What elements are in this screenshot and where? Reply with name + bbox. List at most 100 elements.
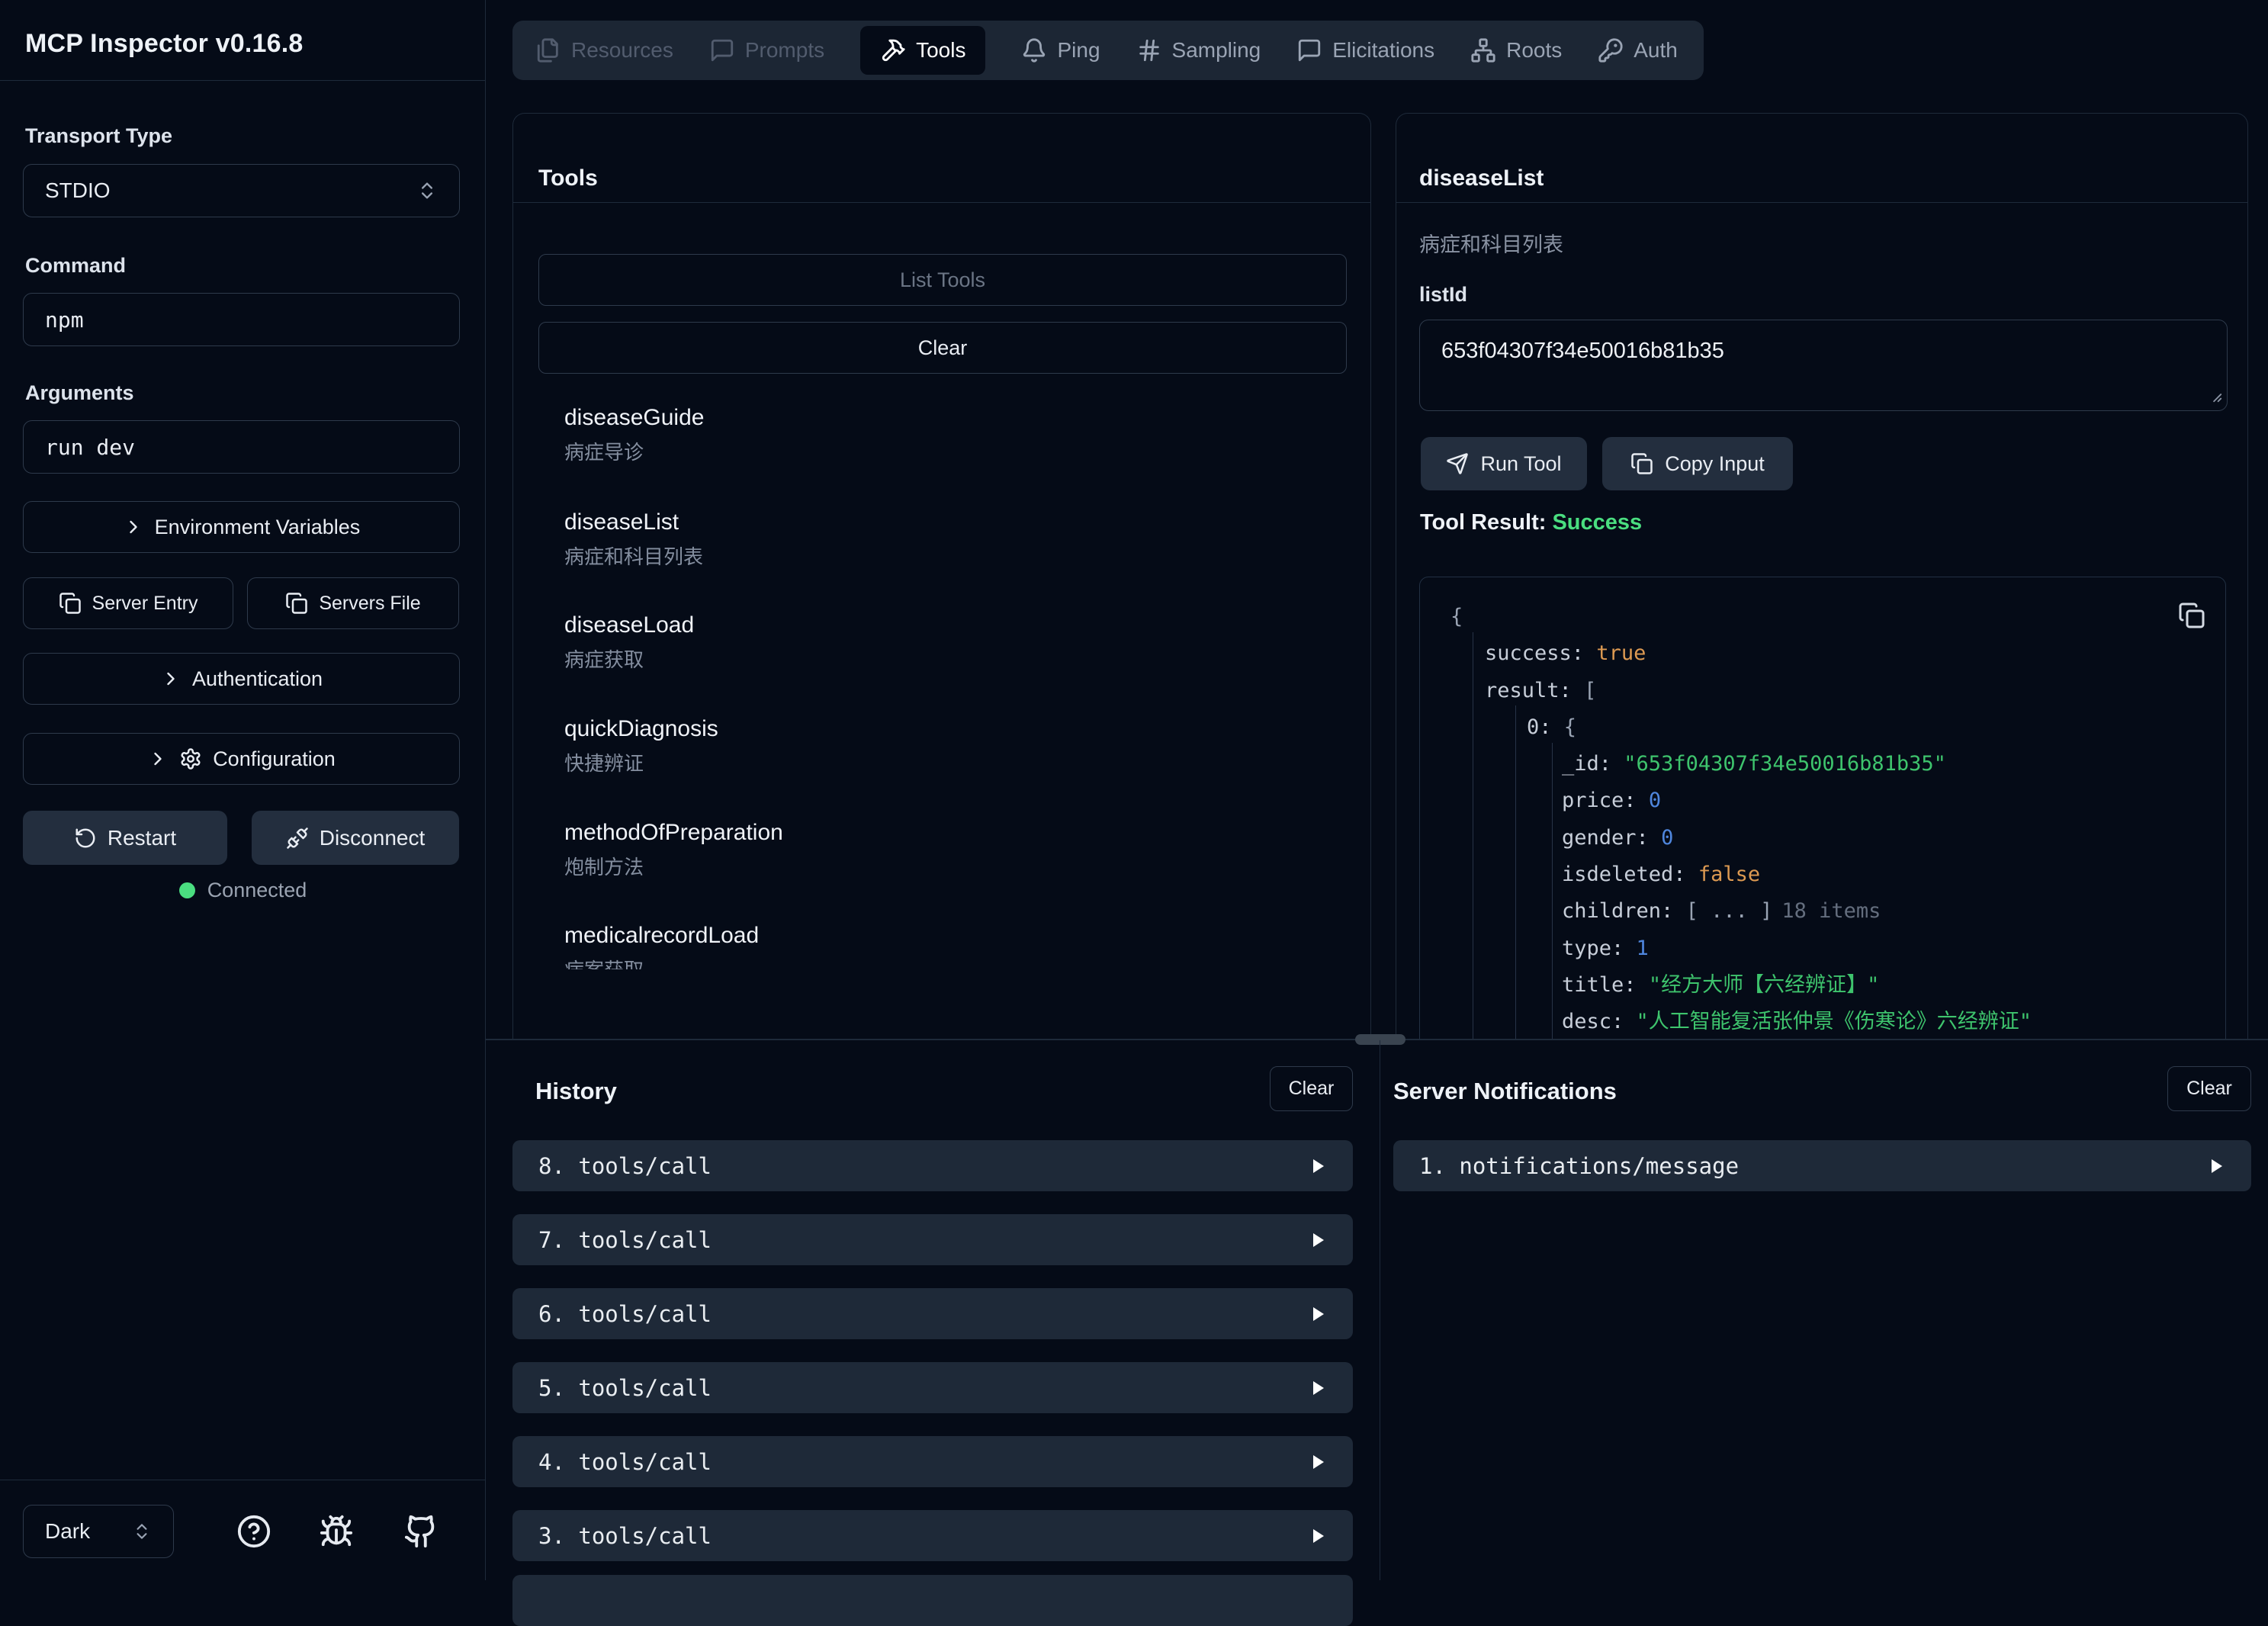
json-key: 0: (1527, 715, 1552, 739)
history-item[interactable]: 6. tools/call (512, 1288, 1353, 1339)
tool-description: 炮制方法 (564, 853, 1340, 882)
tool-item-methodOfPreparation[interactable]: methodOfPreparation 炮制方法 (564, 817, 1340, 882)
tab-prompts[interactable]: Prompts (709, 37, 824, 63)
tool-item-diseaseGuide[interactable]: diseaseGuide 病症导诊 (564, 402, 1340, 467)
arguments-value: run dev (45, 435, 438, 460)
tab-label: Prompts (745, 38, 824, 63)
history-item[interactable]: 3. tools/call (512, 1510, 1353, 1561)
tab-label: Elicitations (1332, 38, 1434, 63)
tab-ping[interactable]: Ping (1021, 37, 1100, 63)
command-input[interactable]: npm (23, 293, 460, 346)
arguments-input[interactable]: run dev (23, 420, 460, 474)
tools-list: diseaseGuide 病症导诊 diseaseList 病症和科目列表 di… (513, 381, 1370, 969)
param-listid-label: listId (1419, 283, 1467, 307)
json-key: type: (1562, 937, 1624, 960)
clear-tools-label: Clear (918, 336, 968, 360)
message-square-icon (1296, 37, 1322, 63)
tab-auth[interactable]: Auth (1598, 37, 1678, 63)
run-tool-label: Run Tool (1480, 452, 1561, 476)
param-listid-input[interactable] (1419, 320, 2228, 411)
history-item[interactable]: 5. tools/call (512, 1362, 1353, 1413)
json-result-viewer: { success: true result: [ 0: { _id: "653… (1419, 577, 2226, 1040)
tools-panel-title: Tools (538, 165, 598, 191)
notification-item-label: 1. notifications/message (1419, 1153, 2207, 1179)
authentication-button[interactable]: Authentication (23, 653, 460, 705)
clear-notifications-button[interactable]: Clear (2167, 1066, 2251, 1111)
files-icon (535, 37, 561, 63)
tab-sampling[interactable]: Sampling (1136, 37, 1261, 63)
command-value: npm (45, 307, 438, 333)
list-tools-label: List Tools (900, 268, 985, 292)
tool-name: quickDiagnosis (564, 713, 1340, 745)
theme-select[interactable]: Dark (23, 1505, 174, 1558)
tab-label: Resources (571, 38, 673, 63)
tool-item-medicalrecordLoad[interactable]: medicalrecordLoad 病案获取 (564, 920, 1340, 969)
configuration-label: Configuration (213, 747, 336, 771)
chevron-right-icon (147, 748, 169, 770)
bug-icon[interactable] (319, 1514, 354, 1549)
json-punct: [ ... ] (1686, 899, 1773, 923)
tools-panel: Tools List Tools Clear diseaseGuide 病症导诊… (512, 113, 1371, 1040)
tab-roots[interactable]: Roots (1470, 37, 1562, 63)
expand-icon (1309, 1157, 1327, 1175)
run-tool-button[interactable]: Run Tool (1421, 437, 1587, 490)
tool-detail-description: 病症和科目列表 (1419, 228, 1563, 258)
restart-button[interactable]: Restart (23, 811, 227, 865)
tab-resources[interactable]: Resources (535, 37, 673, 63)
configuration-button[interactable]: Configuration (23, 733, 460, 785)
transport-type-select[interactable]: STDIO (23, 164, 460, 217)
tool-item-diseaseLoad[interactable]: diseaseLoad 病症获取 (564, 609, 1340, 674)
restart-icon (74, 827, 97, 850)
server-entry-button[interactable]: Server Entry (23, 577, 233, 629)
environment-variables-button[interactable]: Environment Variables (23, 501, 460, 553)
history-item[interactable]: 7. tools/call (512, 1214, 1353, 1265)
tab-label: Sampling (1172, 38, 1261, 63)
bell-icon (1021, 37, 1047, 63)
servers-file-button[interactable]: Servers File (247, 577, 459, 629)
tab-tools[interactable]: Tools (860, 26, 985, 75)
expand-icon (1309, 1527, 1327, 1545)
tool-name: diseaseLoad (564, 609, 1340, 641)
disconnect-button[interactable]: Disconnect (252, 811, 459, 865)
history-item[interactable]: 4. tools/call (512, 1436, 1353, 1487)
send-icon (1446, 452, 1469, 475)
command-label: Command (25, 254, 126, 278)
tool-item-quickDiagnosis[interactable]: quickDiagnosis 快捷辨证 (564, 713, 1340, 778)
json-key: children: (1562, 899, 1673, 923)
json-value: 0 (1649, 789, 1661, 812)
expand-icon (2207, 1157, 2225, 1175)
textarea-resize-handle[interactable] (2206, 387, 2223, 403)
resize-handle[interactable] (1355, 1034, 1405, 1045)
clear-history-button[interactable]: Clear (1270, 1066, 1353, 1111)
tool-description: 病案获取 (564, 956, 1340, 969)
history-item-label: 4. tools/call (538, 1449, 1309, 1475)
tab-elicitations[interactable]: Elicitations (1296, 37, 1434, 63)
history-item-label: 7. tools/call (538, 1227, 1309, 1253)
json-punct: [ (1584, 679, 1596, 702)
tab-label: Ping (1057, 38, 1100, 63)
sidebar-header-divider (0, 80, 485, 81)
clear-tools-button[interactable]: Clear (538, 322, 1347, 374)
json-punct: { (1450, 605, 1463, 628)
help-icon[interactable] (236, 1514, 271, 1549)
copy-icon (1630, 452, 1653, 475)
tool-name: medicalrecordLoad (564, 920, 1340, 952)
tool-item-diseaseList[interactable]: diseaseList 病症和科目列表 (564, 506, 1340, 571)
json-key: desc: (1562, 1010, 1624, 1033)
expand-icon (1309, 1231, 1327, 1249)
json-lines: { success: true result: [ 0: { _id: "653… (1450, 599, 2210, 1040)
github-icon[interactable] (403, 1514, 439, 1549)
json-key: success: (1485, 641, 1584, 665)
chevron-right-icon (160, 668, 182, 689)
copy-input-button[interactable]: Copy Input (1602, 437, 1793, 490)
tab-label: Tools (916, 38, 965, 63)
notification-item[interactable]: 1. notifications/message (1393, 1140, 2251, 1191)
tool-name: diseaseList (564, 506, 1340, 538)
list-tools-button[interactable]: List Tools (538, 254, 1347, 306)
history-item[interactable]: 8. tools/call (512, 1140, 1353, 1191)
tool-detail-panel: diseaseList 病症和科目列表 listId Run Tool Copy… (1396, 113, 2248, 1040)
tool-description: 病症获取 (564, 645, 1340, 674)
copy-input-label: Copy Input (1665, 452, 1765, 476)
history-item-partial[interactable] (512, 1575, 1353, 1626)
hash-icon (1136, 37, 1162, 63)
